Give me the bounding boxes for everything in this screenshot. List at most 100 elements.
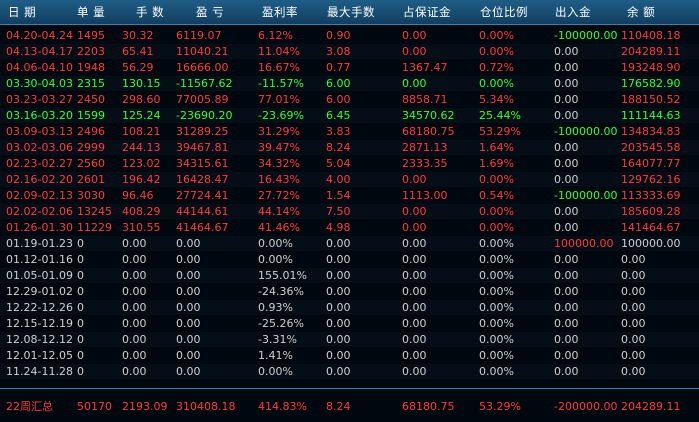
table-row[interactable]: 01.12-01.16 0 0.00 0.00 0.00% 0.00 0.00 0.00% 0.… — [0, 252, 699, 267]
cell-margin: 0.00 — [402, 77, 427, 90]
cell-ratio: 5.34% — [479, 93, 514, 106]
col-header-max-lots[interactable]: 最大手数 — [327, 5, 375, 20]
table-row[interactable]: 03.09-03.13 2496 108.21 31289.25 31.29% 3.83 6… — [0, 124, 699, 139]
cell-margin: 34570.62 — [402, 109, 455, 122]
cell-margin: 0.00 — [402, 173, 427, 186]
cell-count: 1599 — [77, 109, 105, 122]
cell-max-lots: 7.50 — [326, 205, 351, 218]
summary-row[interactable]: 22周汇总 50170 2193.09 310408.18 414.83% 8.… — [0, 388, 699, 422]
col-header-lots[interactable]: 手 数 — [136, 5, 164, 20]
table-row[interactable]: 02.23-02.27 2560 123.02 34315.61 34.32% 5.04 2… — [0, 156, 699, 171]
cell-ratio: 0.00% — [479, 317, 514, 330]
cell-ratio: 0.00% — [479, 285, 514, 298]
cell-count: 0 — [77, 317, 84, 330]
summary-pnl: 310408.18 — [176, 400, 236, 413]
cell-flow: 0.00 — [554, 349, 579, 362]
table-row[interactable]: 01.05-01.09 0 0.00 0.00 155.01% 0.00 0.00 0.00%… — [0, 268, 699, 283]
cell-count: 0 — [77, 285, 84, 298]
cell-date: 03.09-03.13 — [6, 125, 73, 138]
cell-max-lots: 4.00 — [326, 173, 351, 186]
table-row[interactable]: 12.01-12.05 0 0.00 0.00 1.41% 0.00 0.00 0.00% 0.… — [0, 348, 699, 363]
cell-count: 0 — [77, 269, 84, 282]
table-row[interactable]: 12.15-12.19 0 0.00 0.00 -25.26% 0.00 0.00 0.00%… — [0, 316, 699, 331]
cell-balance: 129762.16 — [621, 173, 681, 186]
cell-margin: 2333.35 — [402, 157, 448, 170]
cell-flow: 0.00 — [554, 253, 579, 266]
col-header-balance[interactable]: 余 额 — [627, 5, 655, 20]
cell-rate: 41.46% — [258, 221, 300, 234]
col-header-pnl[interactable]: 盈 亏 — [196, 5, 224, 20]
cell-count: 0 — [77, 349, 84, 362]
cell-rate: -24.36% — [258, 285, 304, 298]
cell-date: 12.29-01.02 — [6, 285, 73, 298]
cell-max-lots: 0.00 — [326, 301, 351, 314]
table-row[interactable]: 02.16-02.20 2601 196.42 16428.47 16.43% 4.00 0… — [0, 172, 699, 187]
table-row[interactable]: 03.16-03.20 1599 125.24 -23690.20 -23.69% 6.4… — [0, 108, 699, 123]
cell-count: 2203 — [77, 45, 105, 58]
cell-balance: 188150.52 — [621, 93, 681, 106]
cell-flow: 0.00 — [554, 365, 579, 378]
summary-ratio: 53.29% — [479, 400, 521, 413]
col-header-margin[interactable]: 占保证金 — [403, 5, 451, 20]
col-header-ratio[interactable]: 仓位比例 — [480, 5, 528, 20]
table-row[interactable]: 04.20-04.24 1495 30.32 6119.07 6.12% 0.90 0.00… — [0, 28, 699, 43]
cell-pnl: 6119.07 — [176, 29, 222, 42]
cell-count: 0 — [77, 333, 84, 346]
table-row[interactable]: 03.23-03.27 2450 298.60 77005.89 77.01% 6.00 8… — [0, 92, 699, 107]
cell-balance: 0.00 — [621, 285, 646, 298]
cell-lots: 0.00 — [122, 317, 147, 330]
cell-rate: 0.93% — [258, 301, 293, 314]
cell-lots: 0.00 — [122, 365, 147, 378]
table-row[interactable]: 03.02-03.06 2999 244.13 39467.81 39.47% 8.24 2… — [0, 140, 699, 155]
cell-pnl: 16428.47 — [176, 173, 229, 186]
table-row[interactable]: 02.02-02.06 13245 408.29 44144.61 44.14% 7.50… — [0, 204, 699, 219]
table-row[interactable]: 01.19-01.23 0 0.00 0.00 0.00% 0.00 0.00 0.00% 10… — [0, 236, 699, 251]
cell-max-lots: 0.00 — [326, 349, 351, 362]
table-row[interactable]: 12.29-01.02 0 0.00 0.00 -24.36% 0.00 0.00 0.00%… — [0, 284, 699, 299]
cell-ratio: 0.00% — [479, 173, 514, 186]
cell-balance: 0.00 — [621, 349, 646, 362]
cell-max-lots: 6.45 — [326, 109, 351, 122]
cell-max-lots: 6.00 — [326, 93, 351, 106]
table-row[interactable]: 12.08-12.12 0 0.00 0.00 -3.31% 0.00 0.00 0.00% 0… — [0, 332, 699, 347]
col-header-rate[interactable]: 盈利率 — [262, 5, 298, 20]
cell-pnl: 0.00 — [176, 253, 201, 266]
cell-rate: 27.72% — [258, 189, 300, 202]
cell-ratio: 53.29% — [479, 125, 521, 138]
cell-pnl: 0.00 — [176, 269, 201, 282]
cell-flow: 0.00 — [554, 221, 579, 234]
cell-rate: -11.57% — [258, 77, 304, 90]
cell-pnl: 31289.25 — [176, 125, 229, 138]
cell-ratio: 0.00% — [479, 301, 514, 314]
table-row[interactable]: 12.22-12.26 0 0.00 0.00 0.93% 0.00 0.00 0.00% 0.… — [0, 300, 699, 315]
cell-rate: 39.47% — [258, 141, 300, 154]
cell-margin: 0.00 — [402, 301, 427, 314]
cell-balance: 100000.00 — [621, 237, 681, 250]
cell-rate: -3.31% — [258, 333, 297, 346]
cell-count: 2496 — [77, 125, 105, 138]
cell-rate: -25.26% — [258, 317, 304, 330]
cell-max-lots: 8.24 — [326, 141, 351, 154]
cell-ratio: 0.00% — [479, 221, 514, 234]
cell-count: 0 — [77, 301, 84, 314]
table-row[interactable]: 01.26-01.30 11229 310.55 41464.67 41.46% 4.98… — [0, 220, 699, 235]
col-header-flow[interactable]: 出入金 — [555, 5, 591, 20]
cell-count: 2450 — [77, 93, 105, 106]
cell-pnl: -23690.20 — [176, 109, 233, 122]
table-row[interactable]: 02.09-02.13 3030 96.46 27724.41 27.72% 1.54 11… — [0, 188, 699, 203]
cell-balance: 176582.90 — [621, 77, 681, 90]
col-header-count[interactable]: 单 量 — [77, 5, 105, 20]
cell-rate: 44.14% — [258, 205, 300, 218]
table-row[interactable]: 04.13-04.17 2203 65.41 11040.21 11.04% 3.08 0.… — [0, 44, 699, 59]
col-header-date[interactable]: 日 期 — [8, 5, 36, 20]
table-row[interactable]: 03.30-04.03 2315 130.15 -11567.62 -11.57% 6.0… — [0, 76, 699, 91]
cell-date: 02.16-02.20 — [6, 173, 73, 186]
cell-balance: 0.00 — [621, 365, 646, 378]
cell-max-lots: 0.00 — [326, 285, 351, 298]
table-row[interactable]: 11.24-11.28 0 0.00 0.00 0.00% 0.00 0.00 0.00% 0.… — [0, 364, 699, 379]
cell-lots: 125.24 — [122, 109, 161, 122]
table-row[interactable]: 04.06-04.10 1948 56.29 16666.00 16.67% 0.77 13… — [0, 60, 699, 75]
cell-date: 03.30-04.03 — [6, 77, 73, 90]
cell-rate: 1.41% — [258, 349, 293, 362]
cell-pnl: 16666.00 — [176, 61, 229, 74]
